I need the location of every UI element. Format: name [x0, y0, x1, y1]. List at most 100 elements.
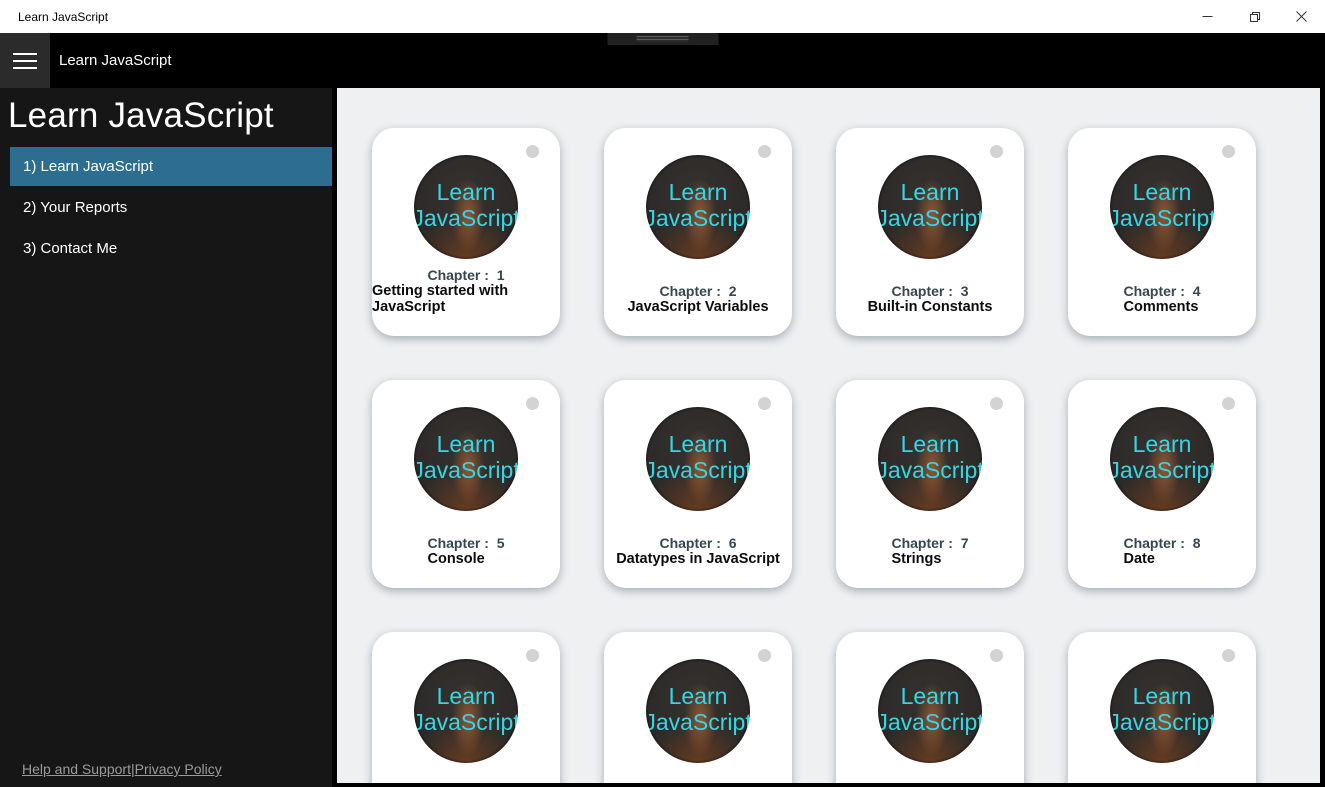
chapter-card[interactable]: Learn JavaScript Chapter : 6 Datatypes i… — [604, 380, 792, 588]
chapter-title: Built-in Constants — [868, 299, 993, 316]
chapter-image: Learn JavaScript — [414, 155, 518, 259]
chapter-image-text-line1: Learn — [414, 683, 518, 709]
drag-handle[interactable] — [607, 33, 718, 45]
chapter-image-text-line1: Learn — [878, 683, 982, 709]
app-header: Learn JavaScript — [0, 33, 1325, 88]
card-text: Chapter : 4 Comments — [1068, 283, 1256, 316]
chapter-image-text-line1: Learn — [414, 431, 518, 457]
card-text: Chapter : 7 Strings — [836, 535, 1024, 568]
chapter-image-text: Learn JavaScript — [414, 431, 518, 484]
status-dot — [990, 397, 1003, 410]
restore-icon — [1249, 11, 1261, 23]
chapter-label: Chapter : 1 — [372, 267, 560, 283]
privacy-policy-link[interactable]: Privacy Policy — [135, 761, 222, 777]
chapter-image-text-line2: JavaScript — [1110, 709, 1214, 735]
chapter-image-text: Learn JavaScript — [646, 683, 750, 736]
chapter-label: Chapter : 4 — [1123, 283, 1200, 299]
chapter-image-text-line1: Learn — [1110, 683, 1214, 709]
chapter-image-text-line2: JavaScript — [878, 709, 982, 735]
sidebar-item[interactable]: 2) Your Reports — [10, 188, 332, 227]
restore-button[interactable] — [1231, 0, 1278, 33]
chapter-card[interactable]: Learn JavaScript — [372, 632, 560, 783]
status-dot — [990, 649, 1003, 662]
chapter-title: Console — [427, 551, 504, 568]
card-text: Chapter : 5 Console — [372, 535, 560, 568]
chapter-label: Chapter : 6 — [616, 535, 780, 551]
chapter-image: Learn JavaScript — [1110, 155, 1214, 259]
chapter-title: JavaScript Variables — [627, 299, 768, 316]
sidebar-heading: Learn JavaScript — [8, 94, 332, 138]
chapter-image-text: Learn JavaScript — [1110, 683, 1214, 736]
chapter-card[interactable]: Learn JavaScript Chapter : 7 Strings — [836, 380, 1024, 588]
card-text: Chapter : 6 Datatypes in JavaScript — [604, 535, 792, 568]
chapter-image-text: Learn JavaScript — [414, 179, 518, 232]
chapter-label: Chapter : 5 — [427, 535, 504, 551]
status-dot — [526, 649, 539, 662]
status-dot — [526, 397, 539, 410]
chapter-image-text-line1: Learn — [646, 431, 750, 457]
window-title: Learn JavaScript — [0, 10, 1184, 24]
chapter-image-text: Learn JavaScript — [1110, 431, 1214, 484]
header-title: Learn JavaScript — [59, 52, 172, 69]
chapter-title: Datatypes in JavaScript — [616, 551, 780, 568]
status-dot — [990, 145, 1003, 158]
hamburger-button[interactable] — [0, 33, 50, 88]
chapter-grid: Learn JavaScript Chapter : 1 Getting sta… — [337, 88, 1320, 783]
sidebar-nav: 1) Learn JavaScript 2) Your Reports 3) C… — [10, 147, 332, 268]
chapter-image-text: Learn JavaScript — [878, 431, 982, 484]
chapter-card[interactable]: Learn JavaScript — [1068, 632, 1256, 783]
sidebar-footer: Help and Support|Privacy Policy — [22, 761, 222, 777]
minimize-icon — [1202, 11, 1213, 22]
chapter-image-text-line1: Learn — [646, 179, 750, 205]
app-window: { "titlebar": { "title": "Learn JavaScri… — [0, 0, 1325, 787]
sidebar-item-label: 2) Your Reports — [23, 199, 127, 216]
chapter-image-text-line2: JavaScript — [646, 709, 750, 735]
sidebar: Learn JavaScript 1) Learn JavaScript 2) … — [0, 88, 332, 787]
chapter-card[interactable]: Learn JavaScript Chapter : 2 JavaScript … — [604, 128, 792, 336]
status-dot — [526, 145, 539, 158]
titlebar: Learn JavaScript — [0, 0, 1325, 33]
chapter-card[interactable]: Learn JavaScript Chapter : 8 Date — [1068, 380, 1256, 588]
chapter-card[interactable]: Learn JavaScript Chapter : 3 Built-in Co… — [836, 128, 1024, 336]
sidebar-item[interactable]: 3) Contact Me — [10, 229, 332, 268]
drag-grip-icon — [637, 36, 689, 42]
chapter-card[interactable]: Learn JavaScript — [604, 632, 792, 783]
chapter-image-text-line1: Learn — [1110, 431, 1214, 457]
chapter-image-text-line2: JavaScript — [878, 205, 982, 231]
chapter-image-text-line2: JavaScript — [646, 205, 750, 231]
chapter-image: Learn JavaScript — [878, 407, 982, 511]
chapter-card[interactable]: Learn JavaScript — [836, 632, 1024, 783]
chapter-image: Learn JavaScript — [646, 407, 750, 511]
chapter-label: Chapter : 2 — [627, 283, 768, 299]
card-text: Chapter : 1 Getting started with JavaScr… — [372, 267, 560, 316]
sidebar-item[interactable]: 1) Learn JavaScript — [10, 147, 332, 186]
chapter-title: Comments — [1123, 299, 1200, 316]
card-text: Chapter : 3 Built-in Constants — [836, 283, 1024, 316]
chapter-card[interactable]: Learn JavaScript Chapter : 1 Getting sta… — [372, 128, 560, 336]
chapter-image-text-line1: Learn — [878, 179, 982, 205]
chapter-image-text-line2: JavaScript — [1110, 205, 1214, 231]
status-dot — [1222, 145, 1235, 158]
chapter-card[interactable]: Learn JavaScript Chapter : 4 Comments — [1068, 128, 1256, 336]
help-and-support-link[interactable]: Help and Support — [22, 761, 131, 777]
chapter-image-text-line2: JavaScript — [414, 205, 518, 231]
chapter-title: Strings — [891, 551, 968, 568]
chapter-image-text: Learn JavaScript — [878, 179, 982, 232]
minimize-button[interactable] — [1184, 0, 1231, 33]
chapter-label: Chapter : 7 — [891, 535, 968, 551]
chapter-image-text: Learn JavaScript — [646, 179, 750, 232]
card-text: Chapter : 8 Date — [1068, 535, 1256, 568]
chapter-image: Learn JavaScript — [878, 659, 982, 763]
status-dot — [1222, 397, 1235, 410]
chapter-image-text: Learn JavaScript — [878, 683, 982, 736]
chapter-image: Learn JavaScript — [646, 155, 750, 259]
status-dot — [758, 649, 771, 662]
chapter-image-text-line2: JavaScript — [414, 709, 518, 735]
chapter-image-text: Learn JavaScript — [646, 431, 750, 484]
close-button[interactable] — [1278, 0, 1325, 33]
chapter-image: Learn JavaScript — [414, 407, 518, 511]
chapter-card[interactable]: Learn JavaScript Chapter : 5 Console — [372, 380, 560, 588]
chapter-image-text-line2: JavaScript — [1110, 457, 1214, 483]
chapter-image-text: Learn JavaScript — [1110, 179, 1214, 232]
chapter-image-text-line2: JavaScript — [878, 457, 982, 483]
